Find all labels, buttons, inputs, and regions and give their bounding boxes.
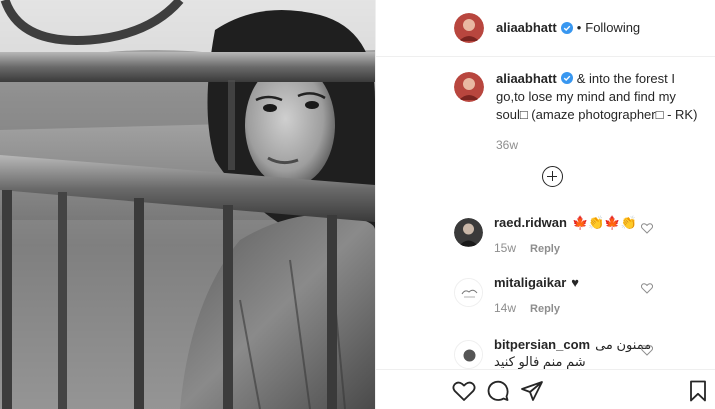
comment-timestamp[interactable]: 15w: [494, 241, 516, 255]
separator-dot: •: [576, 20, 582, 35]
reply-button[interactable]: Reply: [530, 303, 560, 315]
caption-timestamp[interactable]: 36w: [496, 138, 518, 152]
caption-username[interactable]: aliaabhatt: [496, 71, 557, 86]
comments-section[interactable]: aliaabhatt & into the forest I go,to lose…: [376, 57, 715, 369]
comment-username[interactable]: raed.ridwan: [494, 215, 567, 230]
instagram-post: aliaabhatt • Following aliaabhatt & into…: [0, 0, 715, 409]
comment-username[interactable]: bitpersian_com: [494, 337, 590, 352]
author-username[interactable]: aliaabhatt: [496, 20, 557, 35]
comment-item: bitpersian_com ممنون می شم منم فالو کنید: [454, 336, 715, 369]
post-header: aliaabhatt • Following: [376, 0, 715, 57]
caption-avatar[interactable]: [454, 72, 484, 102]
author-avatar[interactable]: [454, 13, 484, 43]
post-actions-bar: [376, 369, 715, 409]
commenter-avatar[interactable]: [454, 278, 483, 307]
like-comment-heart-icon[interactable]: [641, 345, 653, 356]
like-comment-heart-icon[interactable]: [641, 223, 653, 234]
following-button[interactable]: Following: [585, 20, 640, 35]
caption-text-block: aliaabhatt & into the forest I go,to lose…: [496, 70, 701, 124]
comment-text: ♥: [571, 275, 579, 290]
bookmark-icon[interactable]: [686, 379, 710, 403]
commenter-avatar[interactable]: [454, 218, 483, 247]
commenter-avatar[interactable]: [454, 340, 483, 369]
comment-meta: 14w Reply: [494, 301, 560, 315]
post-side-panel: aliaabhatt • Following aliaabhatt & into…: [375, 0, 715, 409]
load-more-comments-icon[interactable]: [542, 166, 563, 187]
comment-username[interactable]: mitaligaikar: [494, 275, 566, 290]
comment-timestamp[interactable]: 14w: [494, 301, 516, 315]
verified-badge-icon: [560, 72, 573, 84]
comment-item: raed.ridwan 🍁👏🍁👏 15w Reply: [454, 214, 715, 274]
post-photo-image: [0, 0, 375, 409]
author-info: aliaabhatt • Following: [496, 20, 640, 35]
paper-plane-icon[interactable]: [520, 379, 544, 403]
comment-text: 🍁👏🍁👏: [571, 215, 637, 230]
comment-item: mitaligaikar ♥ 14w Reply: [454, 274, 715, 334]
heart-icon[interactable]: [452, 379, 476, 403]
verified-badge-icon: [560, 21, 573, 34]
comment-meta: 15w Reply: [494, 241, 560, 255]
comment-bubble-icon[interactable]: [486, 379, 510, 403]
like-comment-heart-icon[interactable]: [641, 283, 653, 294]
post-photo[interactable]: [0, 0, 375, 409]
reply-button[interactable]: Reply: [530, 243, 560, 255]
